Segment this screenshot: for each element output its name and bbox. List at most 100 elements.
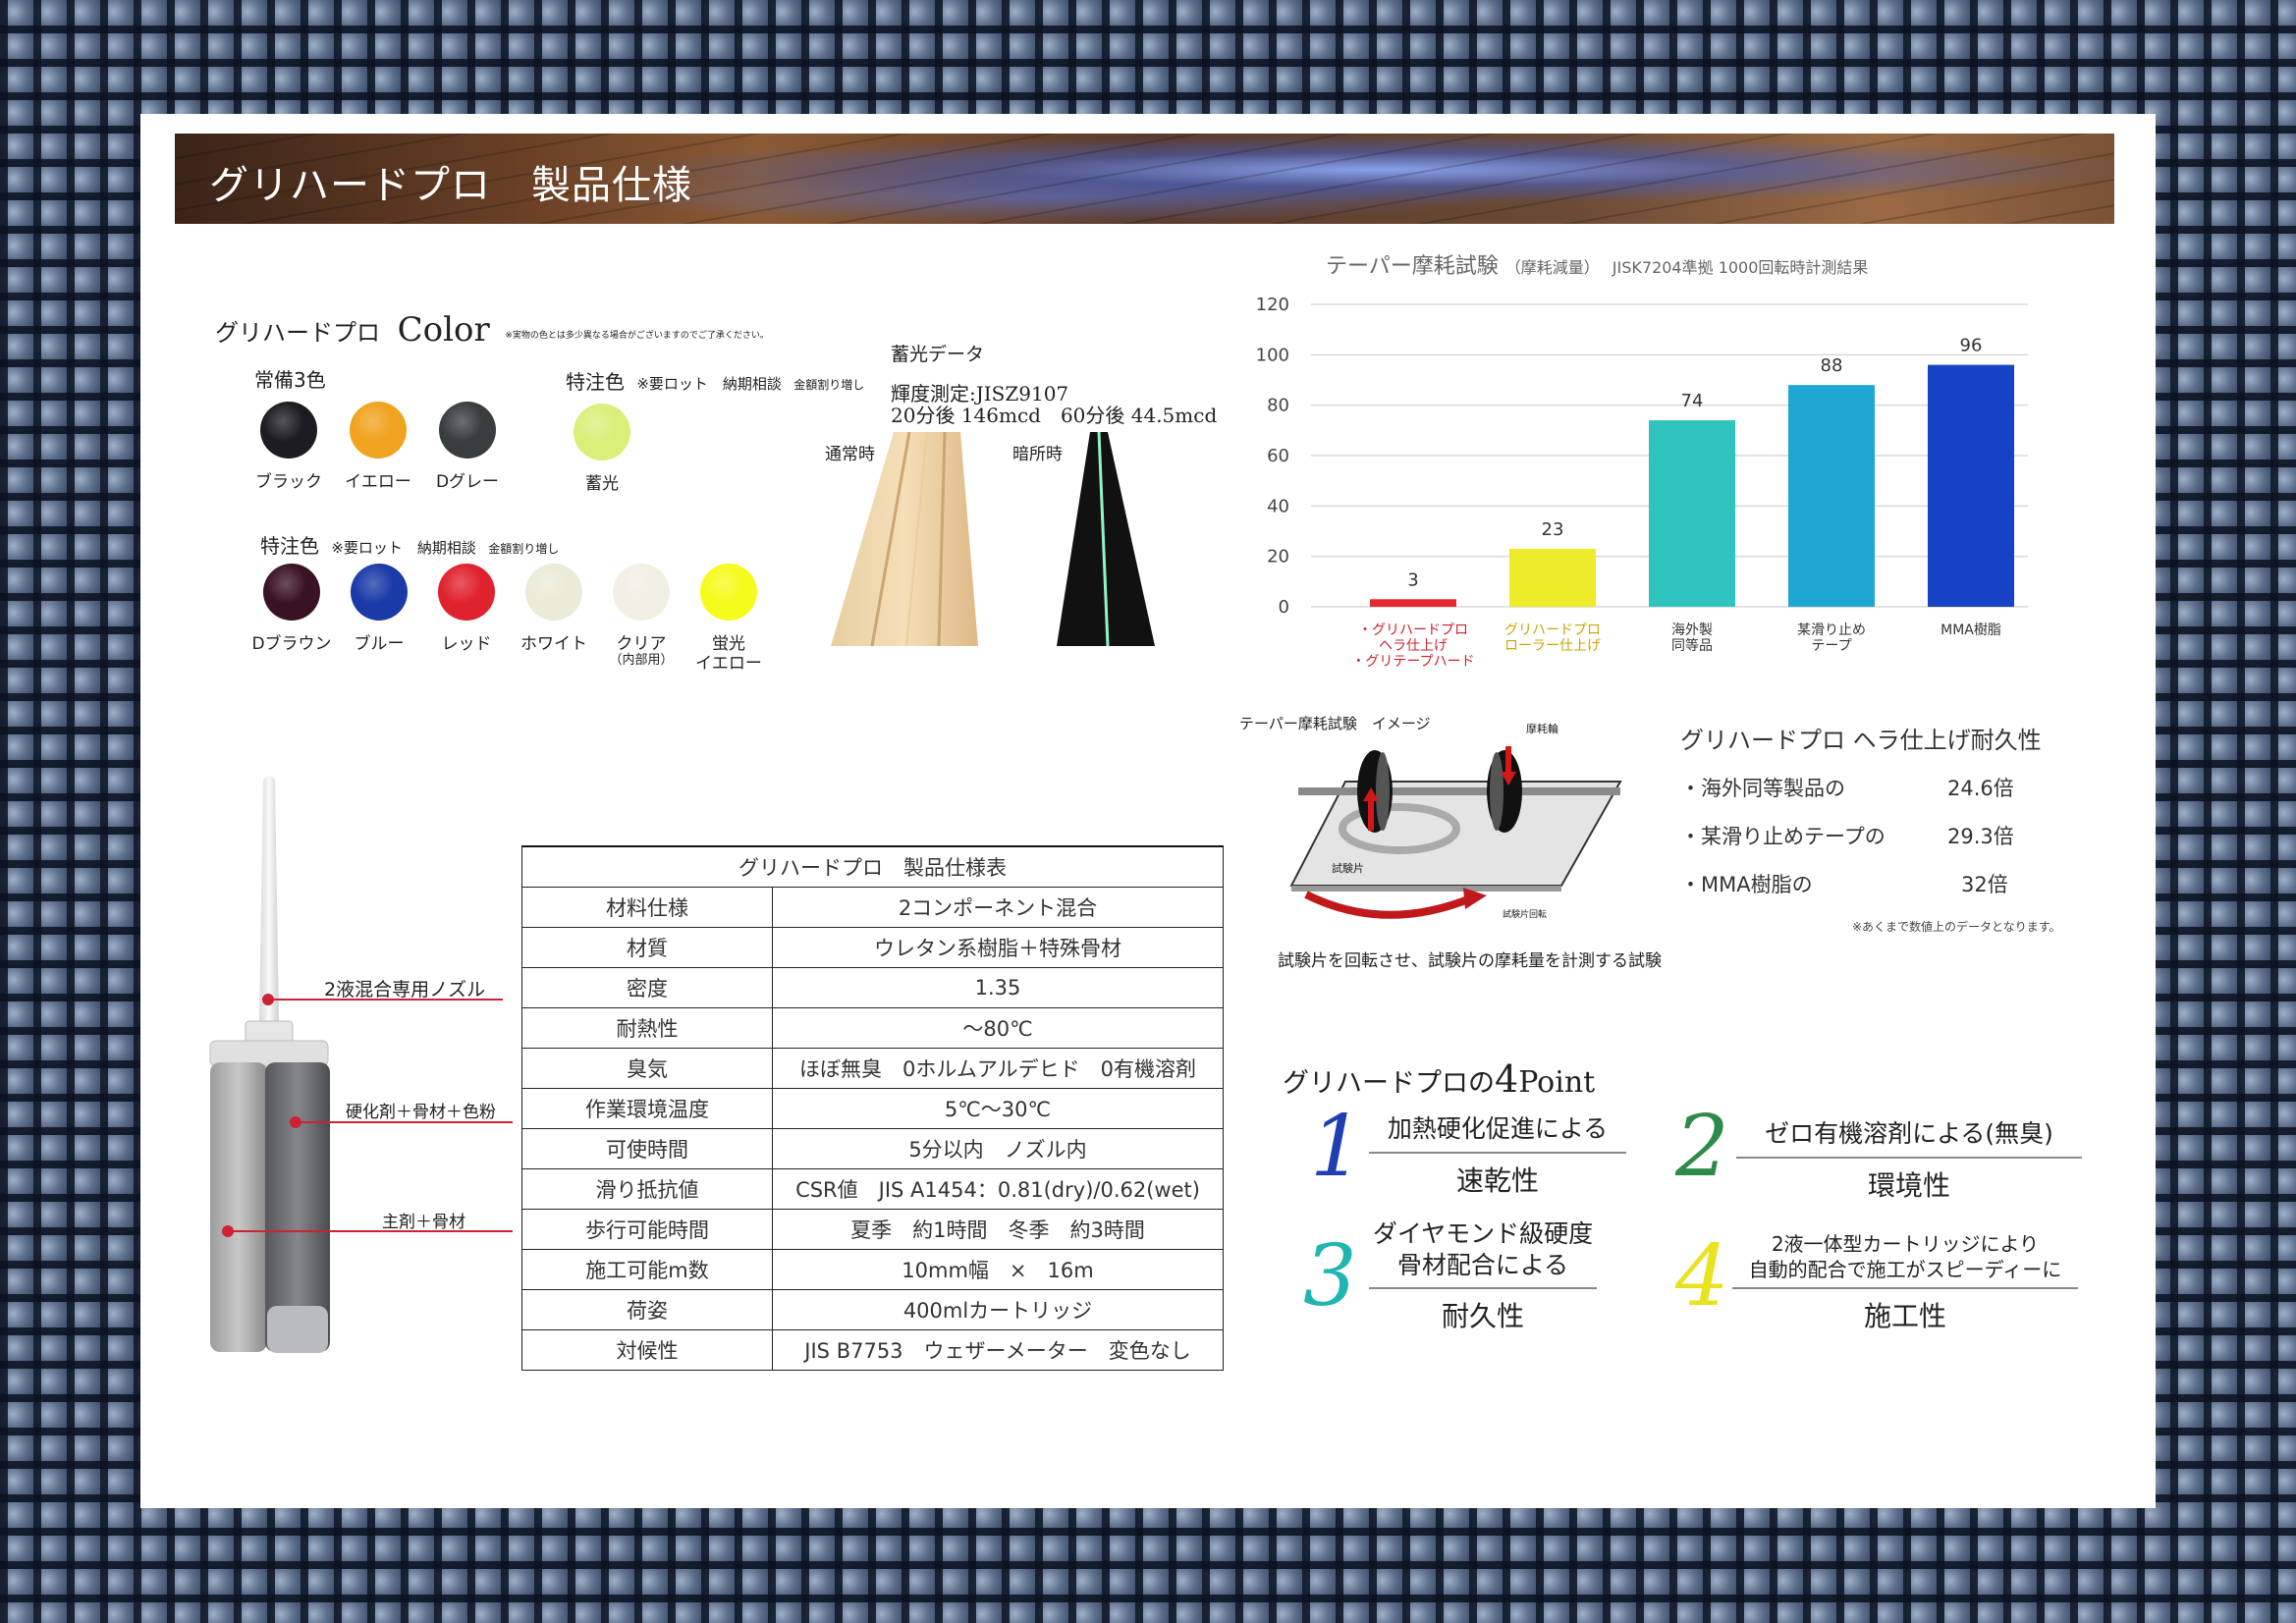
swatch-name: 蛍光: [712, 634, 745, 654]
x-tick-label: 某滑り止め: [1797, 622, 1866, 638]
point-bottom: 施工性: [1863, 1300, 1946, 1332]
x-tick-label: グリハードプロ: [1504, 622, 1601, 638]
special2-note: ※要ロット 納期相談: [331, 539, 476, 557]
point-number: 4: [1675, 1227, 1729, 1325]
special2-heading-text: 特注色: [260, 534, 319, 558]
spec-row: 歩行可能時間 夏季 約1時間 冬季 約3時間: [521, 1209, 1224, 1250]
spec-value: 2コンポーネント混合: [772, 887, 1224, 928]
durability-note: ※あくまで数値上のデータとなります。: [1852, 920, 2061, 934]
spec-value: 1.35: [772, 967, 1224, 1008]
spec-row: 対候性 JIS B7753 ウェザーメーター 変色なし: [521, 1329, 1224, 1371]
bar-value-label: 96: [1960, 336, 1983, 356]
color-note: ※実物の色とは多少異なる場合がございますのでご了承ください。: [505, 330, 769, 341]
swatch-sub: イエロー: [695, 654, 762, 674]
taber-diagram: 摩耗輪 試験片 試験片回転: [1289, 723, 1622, 920]
spec-key: 施工可能m数: [521, 1249, 773, 1290]
spec-row: 材質 ウレタン系樹脂＋特殊骨材: [521, 927, 1224, 968]
spec-value: ほぼ無臭 0ホルムアルデヒド 0有機溶剤: [772, 1048, 1224, 1089]
spec-row: 可使時間 5分以内 ノズル内: [521, 1128, 1224, 1169]
y-tick-label: 60: [1267, 446, 1289, 466]
title-banner: グリハードプロ 製品仕様: [175, 134, 2114, 224]
swatch-standard-1: [350, 402, 407, 459]
color-section-title: グリハードプロ Color ※実物の色とは多少異なる場合がございますのでご了承く…: [215, 310, 769, 350]
spec-key: 作業環境温度: [521, 1088, 773, 1129]
swatch-name: Dグレー: [435, 472, 500, 492]
spec-table: グリハードプロ 製品仕様表 材料仕様 2コンポーネント混合 材質 ウレタン系樹脂＋特殊…: [521, 845, 1224, 1371]
y-tick-label: 80: [1267, 396, 1289, 416]
point-bottom: 環境性: [1867, 1169, 1950, 1202]
axle: [1298, 787, 1620, 795]
bar-value-label: 74: [1681, 391, 1704, 411]
x-tick-label: ローラー仕上げ: [1504, 638, 1601, 654]
swatch-label: 蓄光: [548, 474, 656, 494]
y-tick-label: 40: [1267, 496, 1289, 516]
point-divider: [1369, 1152, 1626, 1154]
swatch-special1-0: [574, 404, 630, 460]
bar: [1788, 385, 1875, 607]
special1-heading: 特注色 ※要ロット 納期相談 金額割り増し: [566, 366, 864, 395]
spec-value: JIS B7753 ウェザーメーター 変色なし: [772, 1329, 1224, 1371]
chart-subtitle: （摩耗減量）: [1505, 258, 1600, 277]
taber-caption: 試験片を回転させ、試験片の摩耗量を計測する試験: [1278, 951, 1662, 971]
cartridge-image: [209, 776, 330, 1353]
point-number: 3: [1303, 1227, 1357, 1325]
hardener-dot: [290, 1116, 301, 1128]
durability-value: 32倍: [1961, 873, 2008, 896]
color-title-en: Color: [397, 310, 490, 350]
point-divider: [1369, 1287, 1597, 1289]
y-tick-label: 120: [1256, 295, 1289, 315]
spec-row: 施工可能m数 10mm幅 × 16m: [521, 1249, 1224, 1290]
nozzle-dot: [262, 994, 274, 1005]
x-tick-label: テープ: [1811, 638, 1851, 654]
points-title-b: Point: [1518, 1065, 1596, 1100]
point-top1: 2液一体型カートリッジにより: [1771, 1232, 2040, 1256]
chart-title: テーパー摩耗試験 （摩耗減量） JISK7204準拠 1000回転時計測結果: [1326, 254, 1868, 279]
point-top2: 自動的配合で施工がスピーディーに: [1748, 1258, 2062, 1281]
bar: [1928, 364, 2014, 607]
durability-label: ・某滑り止めテープの: [1680, 825, 1886, 848]
swatch-special2-5: [700, 564, 757, 621]
durability-label: ・MMA樹脂の: [1680, 873, 1813, 896]
x-tick-label: 海外製: [1671, 622, 1713, 638]
special1-note: ※要ロット 納期相談: [636, 375, 782, 393]
phosphor-line2: 20分後 146mcd 60分後 44.5mcd: [891, 404, 1218, 427]
spec-key: 材質: [521, 927, 773, 968]
main-tube: [210, 1062, 267, 1352]
swatch-special2-0: [263, 564, 320, 621]
spec-value: 10mm幅 × 16m: [772, 1249, 1224, 1290]
color-title-jp: グリハードプロ: [215, 319, 380, 347]
standard-heading: 常備3色: [254, 368, 326, 392]
spec-key: 対候性: [521, 1329, 773, 1371]
point-text: 加熱硬化促進による: [1369, 1109, 1626, 1145]
spec-table-title: グリハードプロ 製品仕様表: [521, 845, 1224, 888]
point-top1: ダイヤモンド級硬度: [1372, 1219, 1594, 1248]
rotate-label: 試験片回転: [1503, 908, 1547, 920]
points-title: グリハードプロの4Point: [1283, 1057, 1595, 1101]
swatch-standard-2: [439, 402, 496, 459]
special1-note2: 金額割り増し: [793, 378, 865, 392]
phosphor-title: 蓄光データ: [891, 344, 985, 365]
point-divider: [1732, 1287, 2078, 1289]
phosphor-line1: 輝度測定:JISZ9107: [891, 382, 1069, 406]
spec-key: 可使時間: [521, 1128, 773, 1169]
swatch-standard-0: [260, 402, 317, 459]
piece-label: 試験片: [1332, 861, 1364, 875]
x-tick-label: ・グリハードプロ: [1358, 622, 1468, 638]
x-tick-label: 同等品: [1671, 637, 1713, 654]
swatch-label: Dグレー: [413, 472, 521, 492]
swatch-special2-3: [525, 564, 582, 621]
spec-row: 滑り抵抗値 CSR値 JIS A1454：0.81(dry)/0.62(wet): [521, 1168, 1224, 1210]
bar-value-label: 23: [1542, 519, 1564, 540]
bar: [1649, 420, 1735, 607]
special2-note2: 金額割り増し: [488, 542, 560, 556]
phosphor-images: [831, 432, 1155, 647]
spec-key: 滑り抵抗値: [521, 1168, 773, 1210]
special1-heading-text: 特注色: [566, 370, 625, 394]
swatch-special2-1: [351, 564, 408, 621]
x-tick-label: MMA樹脂: [1941, 622, 2001, 638]
spec-row: 材料仕様 2コンポーネント混合: [521, 887, 1224, 928]
spec-row: 臭気 ほぼ無臭 0ホルムアルデヒド 0有機溶剤: [521, 1048, 1224, 1089]
durability-value: 29.3倍: [1947, 825, 2014, 848]
durability-title: グリハードプロ ヘラ仕上げ耐久性: [1680, 727, 2042, 754]
wheel-label: 摩耗輪: [1526, 723, 1558, 735]
